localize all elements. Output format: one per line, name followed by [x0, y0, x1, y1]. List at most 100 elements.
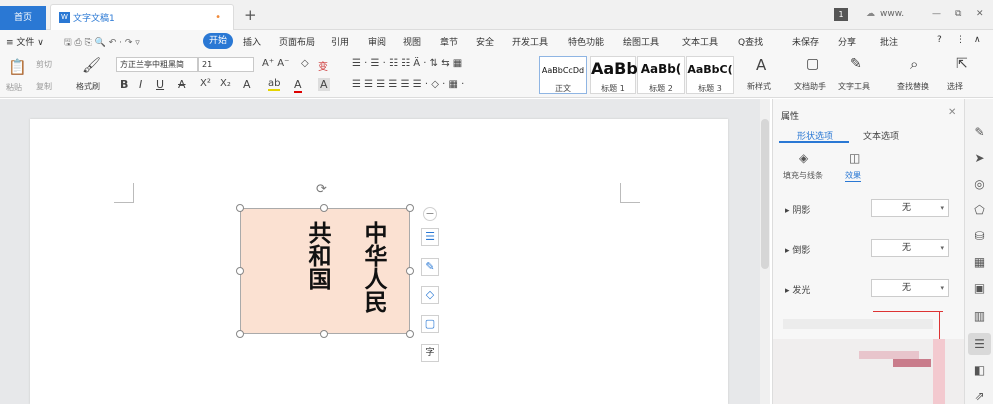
- resize-handle[interactable]: [236, 330, 244, 338]
- bold-button[interactable]: B: [120, 78, 128, 91]
- effect-icon[interactable]: ◫: [849, 151, 860, 165]
- format-painter-icon[interactable]: 🖌: [82, 56, 101, 74]
- share-button[interactable]: 分享: [838, 35, 856, 48]
- pointer-icon[interactable]: ➤: [965, 151, 993, 165]
- layout-options-icon[interactable]: ☰: [421, 228, 439, 246]
- tab-start[interactable]: 开始: [203, 33, 233, 49]
- paste-icon[interactable]: 📋: [8, 58, 27, 76]
- stamp-icon[interactable]: ⛁: [965, 229, 993, 243]
- tab-features[interactable]: 特色功能: [568, 35, 604, 48]
- fill-bucket-icon[interactable]: ◇: [421, 286, 439, 304]
- new-tab-button[interactable]: +: [244, 6, 257, 24]
- sliders-icon[interactable]: ☰: [965, 337, 993, 351]
- subscript-button[interactable]: X₂: [220, 78, 231, 89]
- style-heading-2[interactable]: AaBb( 标题 2: [637, 56, 685, 94]
- tab-drawing-tools[interactable]: 绘图工具: [623, 35, 659, 48]
- tab-references[interactable]: 引用: [331, 35, 349, 48]
- copy-button[interactable]: 复制: [36, 81, 52, 92]
- grow-shrink-font-buttons[interactable]: A⁺ A⁻: [262, 58, 289, 69]
- cut-button[interactable]: 剪切: [36, 59, 52, 70]
- minimize-button[interactable]: —: [932, 9, 941, 19]
- shadow-row-label[interactable]: ▸ 阴影: [785, 203, 810, 216]
- search-command[interactable]: Q查找: [738, 35, 763, 48]
- format-painter-button[interactable]: 格式刷: [76, 81, 100, 92]
- select-cursor-icon[interactable]: ⇱: [956, 56, 968, 72]
- select-button[interactable]: 选择: [947, 81, 963, 92]
- style-heading-1[interactable]: AaBb 标题 1: [590, 56, 638, 94]
- font-size-select[interactable]: 21: [198, 57, 254, 72]
- vertical-textbox[interactable]: 中华人民 共和国: [240, 208, 410, 334]
- account-name[interactable]: www.: [880, 9, 904, 19]
- strikethrough-button[interactable]: A: [178, 78, 186, 91]
- edit-pen-icon[interactable]: ✎: [965, 125, 993, 139]
- glow-row-label[interactable]: ▸ 发光: [785, 283, 810, 296]
- find-replace-button[interactable]: 查找替换: [897, 81, 929, 92]
- doc-helper-icon[interactable]: ▢: [806, 56, 819, 72]
- resize-handle[interactable]: [406, 204, 414, 212]
- text-tools-button[interactable]: 文字工具: [838, 81, 870, 92]
- italic-button[interactable]: I: [139, 78, 142, 91]
- alignment-tools[interactable]: ☰ ☰ ☰ ☰ ☰ ☰ · ◇ · ▦ ·: [352, 79, 464, 90]
- close-button[interactable]: ✕: [976, 9, 984, 19]
- comment-button[interactable]: 批注: [880, 35, 898, 48]
- list-paragraph-tools[interactable]: ☰ · ☰ · ☷ ☷ Ä · ⇅ ⇆ ▦: [352, 58, 462, 69]
- glow-select[interactable]: 无 ▾: [871, 279, 949, 297]
- scrollbar-thumb[interactable]: [761, 119, 769, 269]
- export-icon[interactable]: ⇗: [965, 389, 993, 403]
- grid-icon[interactable]: ▣: [965, 281, 993, 295]
- new-style-icon[interactable]: A: [756, 56, 766, 74]
- tab-text-options[interactable]: 文本选项: [863, 129, 899, 142]
- document-tab[interactable]: W 文字文稿1 •: [50, 4, 234, 30]
- tab-text-tools[interactable]: 文本工具: [682, 35, 718, 48]
- panel-close-icon[interactable]: ✕: [948, 107, 956, 118]
- shape-style-icon[interactable]: ✎: [421, 258, 439, 276]
- outline-icon[interactable]: ▢: [421, 315, 439, 333]
- file-menu[interactable]: ≡ 文件 ∨: [6, 35, 44, 48]
- layers-icon[interactable]: ◧: [965, 363, 993, 377]
- font-name-select[interactable]: 方正兰亭中粗黑简: [116, 57, 198, 72]
- fill-line-icon[interactable]: ◈: [799, 151, 808, 165]
- shadow-select[interactable]: 无 ▾: [871, 199, 949, 217]
- vertical-scrollbar[interactable]: [760, 99, 770, 404]
- home-tab[interactable]: 首页: [0, 6, 46, 30]
- chart-icon[interactable]: ▥: [965, 309, 993, 323]
- unsaved-status[interactable]: 未保存: [792, 35, 819, 48]
- subtab-effect[interactable]: 效果: [845, 170, 861, 182]
- tab-review[interactable]: 审阅: [368, 35, 386, 48]
- tab-insert[interactable]: 插入: [243, 35, 261, 48]
- subtab-fill-line[interactable]: 填充与线条: [783, 170, 823, 181]
- underline-button[interactable]: U: [156, 78, 164, 91]
- pinyin-button[interactable]: 变: [318, 58, 328, 73]
- collapse-ribbon-icon[interactable]: ∧: [974, 35, 981, 45]
- resize-handle[interactable]: [406, 330, 414, 338]
- paste-label[interactable]: 粘贴: [6, 82, 22, 93]
- tab-page-layout[interactable]: 页面布局: [279, 35, 315, 48]
- tab-developer[interactable]: 开发工具: [512, 35, 548, 48]
- superscript-button[interactable]: X²: [200, 78, 211, 89]
- style-heading-3[interactable]: AaBbC( 标题 3: [686, 56, 734, 94]
- style-normal[interactable]: AaBbCcDd 正文: [539, 56, 587, 94]
- restore-button[interactable]: ⧉: [955, 9, 961, 19]
- page-count-badge[interactable]: 1: [834, 8, 848, 21]
- reflection-row-label[interactable]: ▸ 倒影: [785, 243, 810, 256]
- help-icon[interactable]: ?: [937, 35, 942, 45]
- doc-helper-button[interactable]: 文档助手: [794, 81, 826, 92]
- shapes-icon[interactable]: ⬠: [965, 203, 993, 217]
- text-effect-button[interactable]: A: [243, 78, 251, 91]
- quick-access-icons[interactable]: 🖫 ⎙ ⎘ 🔍 ↶ · ↷ ▿: [64, 35, 140, 51]
- search-icon[interactable]: ⌕: [910, 55, 918, 73]
- rotate-handle-icon[interactable]: ⟳: [316, 182, 327, 197]
- zoom-out-icon[interactable]: −: [423, 207, 437, 221]
- font-color-button[interactable]: A: [294, 78, 302, 93]
- tab-section[interactable]: 章节: [440, 35, 458, 48]
- resize-handle[interactable]: [320, 204, 328, 212]
- location-icon[interactable]: ◎: [965, 177, 993, 191]
- text-format-icon[interactable]: 字: [421, 344, 439, 362]
- char-shading-button[interactable]: A: [318, 78, 330, 91]
- table-icon[interactable]: ▦: [965, 255, 993, 269]
- resize-handle[interactable]: [236, 204, 244, 212]
- new-style-button[interactable]: 新样式: [747, 81, 771, 92]
- more-icon[interactable]: ⋮: [956, 35, 965, 45]
- reflection-select[interactable]: 无 ▾: [871, 239, 949, 257]
- highlight-button[interactable]: ab: [268, 78, 281, 91]
